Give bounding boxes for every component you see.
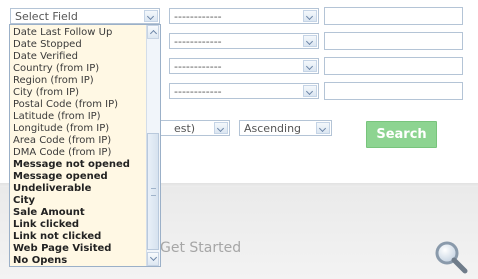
- field-option[interactable]: Link not clicked: [13, 231, 130, 243]
- scroll-up-icon[interactable]: [147, 25, 159, 39]
- sort-field-select[interactable]: est): [150, 120, 230, 136]
- field-option[interactable]: Longitude (from IP): [13, 123, 130, 135]
- scroll-down-icon[interactable]: [147, 252, 159, 266]
- field-select[interactable]: Select Field: [10, 8, 160, 24]
- field-options-list[interactable]: Date Last Follow Up Date Stopped Date Veri…: [9, 24, 161, 267]
- operator-select-value: ------------: [174, 35, 222, 48]
- field-option[interactable]: Web Page Visited: [13, 243, 130, 255]
- chevron-down-icon[interactable]: [144, 10, 158, 22]
- chevron-down-icon[interactable]: [214, 122, 228, 134]
- operator-select-4[interactable]: ------------: [169, 83, 319, 99]
- dropdown-scrollbar[interactable]: [146, 25, 160, 266]
- field-option[interactable]: DMA Code (from IP): [13, 147, 130, 159]
- operator-select-2[interactable]: ------------: [169, 33, 319, 49]
- chevron-down-icon[interactable]: [316, 122, 330, 134]
- field-option[interactable]: Message opened: [13, 171, 130, 183]
- field-options-items: Date Last Follow Up Date Stopped Date Veri…: [13, 27, 130, 266]
- search-button[interactable]: Search: [366, 121, 437, 148]
- operator-select-3[interactable]: ------------: [169, 58, 319, 74]
- operator-select-1[interactable]: ------------: [169, 8, 319, 24]
- field-option[interactable]: Latitude (from IP): [13, 111, 130, 123]
- field-option[interactable]: City (from IP): [13, 87, 130, 99]
- field-option[interactable]: Message not opened: [13, 159, 130, 171]
- operator-select-value: ------------: [174, 85, 222, 98]
- field-select-value: Select Field: [15, 10, 78, 23]
- magnifier-icon[interactable]: [434, 240, 468, 274]
- sort-direction-value: Ascending: [244, 122, 302, 135]
- field-option[interactable]: No Opens: [13, 255, 130, 266]
- chevron-down-icon[interactable]: [303, 60, 317, 72]
- chevron-down-icon[interactable]: [303, 35, 317, 47]
- field-option[interactable]: Undeliverable: [13, 183, 130, 195]
- operator-select-value: ------------: [174, 10, 222, 23]
- sort-direction-select[interactable]: Ascending: [239, 120, 332, 136]
- field-option[interactable]: Region (from IP): [13, 75, 130, 87]
- scroll-thumb[interactable]: [147, 133, 159, 250]
- value-input-4[interactable]: [324, 82, 463, 100]
- field-option[interactable]: Link clicked: [13, 219, 130, 231]
- chevron-down-icon[interactable]: [303, 10, 317, 22]
- operator-select-value: ------------: [174, 60, 222, 73]
- sort-field-value: est): [174, 122, 196, 135]
- field-option[interactable]: Date Last Follow Up: [13, 27, 130, 39]
- field-option[interactable]: Country (from IP): [13, 63, 130, 75]
- field-option[interactable]: Date Stopped: [13, 39, 130, 51]
- field-option[interactable]: Date Verified: [13, 51, 130, 63]
- value-input-1[interactable]: [324, 7, 463, 25]
- field-option[interactable]: Area Code (from IP): [13, 135, 130, 147]
- field-option[interactable]: City: [13, 195, 130, 207]
- chevron-down-icon[interactable]: [303, 85, 317, 97]
- value-input-2[interactable]: [324, 32, 463, 50]
- field-option[interactable]: Postal Code (from IP): [13, 99, 130, 111]
- get-started-text[interactable]: Get Started: [160, 240, 241, 256]
- field-option[interactable]: Sale Amount: [13, 207, 130, 219]
- value-input-3[interactable]: [324, 57, 463, 75]
